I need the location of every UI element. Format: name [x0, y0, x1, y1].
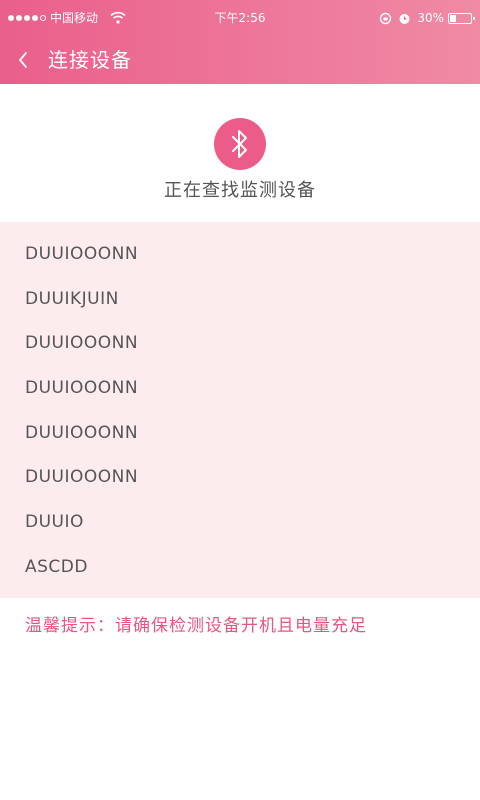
device-item[interactable]: ASCDD — [0, 545, 480, 590]
device-list: DUUIOOONN DUUIKJUIN DUUIOOONN DUUIOOONN … — [0, 222, 480, 598]
nav-bar: 连接设备 — [0, 36, 480, 84]
status-bar: 中国移动 下午2:56 30% — [0, 0, 480, 36]
tip-text: 温馨提示：请确保检测设备开机且电量充足 — [25, 616, 367, 636]
status-icons: 30% — [379, 0, 475, 36]
device-item[interactable]: DUUIOOONN — [0, 411, 480, 456]
battery-icon — [448, 12, 475, 24]
battery-percent: 30% — [417, 11, 444, 25]
device-item[interactable]: DUUIOOONN — [0, 455, 480, 500]
bluetooth-icon — [232, 130, 247, 158]
battery-nub — [473, 16, 475, 20]
battery-fill — [450, 14, 456, 22]
device-item[interactable]: DUUIO — [0, 500, 480, 545]
alarm-icon — [399, 13, 410, 24]
device-item[interactable]: DUUIOOONN — [0, 366, 480, 411]
device-item[interactable]: DUUIKJUIN — [0, 277, 480, 322]
bluetooth-badge — [214, 118, 266, 170]
device-item[interactable]: DUUIOOONN — [0, 321, 480, 366]
device-item[interactable]: DUUIOOONN — [0, 232, 480, 277]
search-panel: 正在查找监测设备 — [0, 84, 480, 222]
back-button[interactable] — [14, 48, 32, 72]
page-title: 连接设备 — [48, 48, 132, 72]
rotation-lock-icon — [380, 12, 392, 24]
app-header: 中国移动 下午2:56 30% 连接设备 — [0, 0, 480, 84]
search-status: 正在查找监测设备 — [164, 180, 316, 201]
